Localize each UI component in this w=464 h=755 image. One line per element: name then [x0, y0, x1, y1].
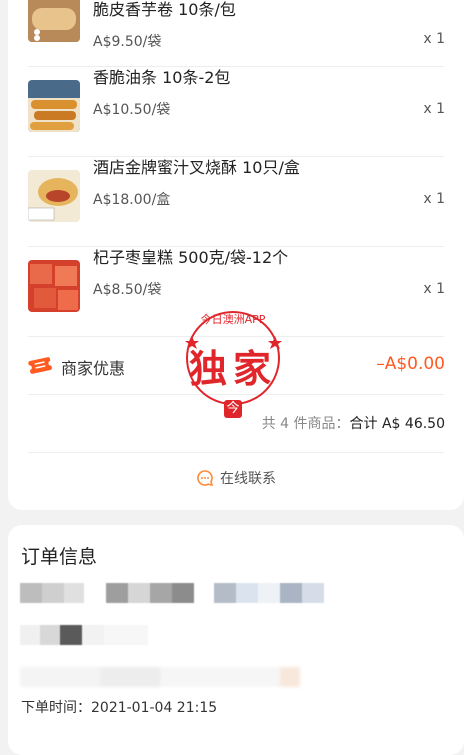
- divider: [28, 66, 444, 67]
- product-name: 酒店金牌蜜汁叉烧酥 10只/盒: [93, 158, 300, 177]
- online-contact-button[interactable]: 在线联系: [8, 468, 464, 488]
- online-contact-label: 在线联系: [220, 471, 276, 487]
- coupon-icon: [26, 356, 54, 374]
- exclusive-watermark-stamp: 今日澳洲APP 独家 今: [178, 300, 288, 420]
- product-quantity: x 1: [423, 281, 445, 297]
- merchant-discount-label: 商家优惠: [61, 359, 126, 378]
- product-price: A$9.50/袋: [93, 34, 162, 50]
- order-time-value: 2021-01-04 21:15: [91, 700, 218, 716]
- product-name: 杞子枣皇糕 500克/袋-12个: [93, 248, 289, 267]
- product-price: A$18.00/盒: [93, 192, 171, 208]
- product-name: 香脆油条 10条-2包: [93, 68, 231, 87]
- redacted-row: [20, 667, 300, 687]
- product-quantity: x 1: [423, 31, 445, 47]
- product-image-fried-dough: [28, 80, 80, 132]
- order-total: 共 4 件商品：合计 A$ 46.50: [262, 413, 445, 433]
- watermark-main-text: 独家: [188, 347, 277, 391]
- product-quantity: x 1: [423, 101, 445, 117]
- order-info-card: 订单信息 下单时间：2021-01-04 21:15: [8, 525, 464, 755]
- product-price: A$10.50/袋: [93, 102, 171, 118]
- redacted-row: [20, 583, 324, 603]
- watermark-top-text: 今日澳洲APP: [200, 313, 266, 326]
- product-price: A$8.50/袋: [93, 282, 162, 298]
- product-name: 脆皮香芋卷 10条/包: [93, 0, 236, 19]
- watermark-seal: 今: [224, 400, 242, 418]
- order-time-label: 下单时间：: [21, 700, 91, 716]
- order-time: 下单时间：2021-01-04 21:15: [21, 697, 217, 717]
- order-info-title: 订单信息: [21, 546, 98, 568]
- total-amount: 合计 A$ 46.50: [349, 416, 445, 432]
- redacted-row: [20, 625, 148, 645]
- merchant-discount-value: –A$0.00: [376, 354, 445, 374]
- product-image-char-siu-pastry: [28, 170, 80, 222]
- product-image-jujube-cake: [28, 260, 80, 312]
- product-quantity: x 1: [423, 191, 445, 207]
- product-image-taro-roll: [28, 0, 80, 42]
- divider: [28, 452, 444, 453]
- order-items-card: 脆皮香芋卷 10条/包 A$9.50/袋 x 1 香脆油条 10条-2包 A$1…: [8, 0, 464, 510]
- chat-bubble-icon: [196, 469, 214, 487]
